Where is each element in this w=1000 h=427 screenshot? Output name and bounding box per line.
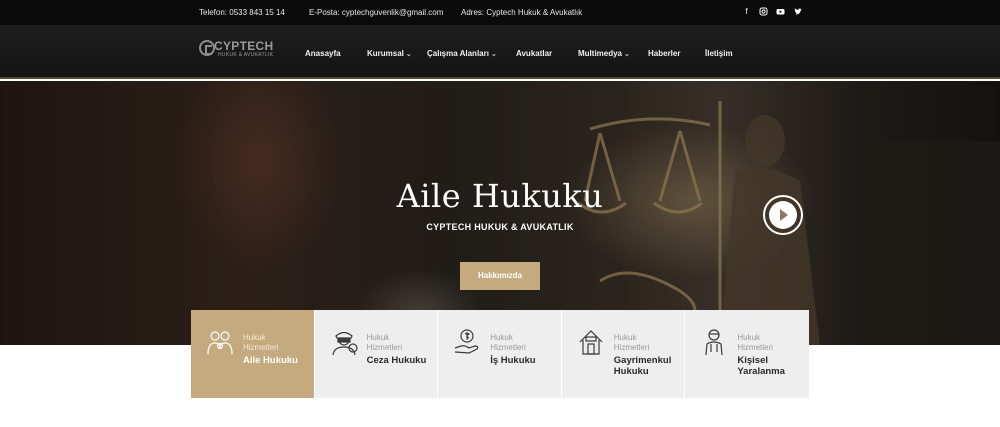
logo-mark-icon: [199, 40, 215, 56]
nav-item-home[interactable]: Anasayfa: [305, 49, 341, 58]
card-kicker: Hukuk Hizmetleri: [613, 333, 650, 352]
nav-item-lawyers[interactable]: Avukatlar: [516, 49, 552, 58]
card-kicker: Hukuk Hizmetleri: [737, 333, 773, 352]
injured-person-icon: [705, 329, 723, 356]
card-kicker: Hukuk Hizmetleri: [243, 333, 279, 352]
instagram-icon[interactable]: [759, 7, 768, 16]
money-hand-icon: [454, 329, 479, 354]
logo-tagline: HUKUK & AVUKATLIK: [218, 52, 274, 58]
top-info-bar: Telefon: 0533 843 15 14 E-Posta: cyptech…: [0, 0, 1000, 25]
twitter-icon[interactable]: [793, 7, 802, 16]
service-card-labor[interactable]: Hukuk Hizmetleri İş Hukuku: [438, 310, 562, 398]
service-card-family[interactable]: Hukuk Hizmetleri Aile Hukuku: [191, 310, 315, 398]
card-kicker: Hukuk Hizmetleri: [366, 333, 403, 352]
email-info[interactable]: E-Posta: cyptechguvenlik@gmail.com: [309, 8, 443, 17]
service-card-realestate[interactable]: Hukuk Hizmetleri Gayrimenkul Hukuku: [561, 310, 686, 398]
chevron-down-icon: ⌄: [490, 51, 497, 58]
chevron-down-icon: ⌄: [624, 51, 630, 58]
nav-item-practice-areas[interactable]: Çalışma Alanları ⌄: [427, 49, 497, 58]
card-title: Aile Hukuku: [243, 355, 298, 366]
nav-item-corporate-label: Kurumsal: [367, 49, 404, 58]
youtube-icon[interactable]: [776, 7, 785, 16]
nav-item-news[interactable]: Haberler: [648, 49, 680, 58]
chevron-down-icon: ⌄: [405, 51, 412, 58]
hero-subtitle: CYPTECH HUKUK & AVUKATLIK: [426, 222, 574, 232]
thief-icon: [331, 331, 358, 356]
play-icon: [780, 209, 788, 221]
address-info: Adres: Cyptech Hukuk & Avukatlık: [461, 8, 583, 17]
nav-item-corporate[interactable]: Kurumsal ⌄: [367, 49, 412, 58]
social-links: f: [742, 7, 802, 16]
site-logo[interactable]: CYPTECH HUKUK & AVUKATLIK: [199, 39, 279, 61]
card-title: İş Hukuku: [490, 355, 536, 366]
card-title: Ceza Hukuku: [366, 355, 427, 366]
nav-item-media[interactable]: Multimedya ⌄: [578, 49, 630, 58]
card-title: Kişisel Yaralanma: [737, 355, 785, 377]
hero-title: Aile Hukuku: [396, 177, 604, 215]
service-cards: Hukuk Hizmetleri Aile Hukuku Hukuk Hizme…: [191, 310, 809, 398]
play-button-circle: [769, 201, 797, 229]
house-icon: [579, 330, 603, 355]
nav-item-media-label: Multimedya: [578, 49, 623, 58]
about-button[interactable]: Hakkımızda: [460, 262, 540, 290]
card-kicker: Hukuk Hizmetleri: [490, 333, 526, 352]
service-card-criminal[interactable]: Hukuk Hizmetleri Ceza Hukuku: [314, 310, 439, 398]
family-icon: [207, 331, 233, 355]
main-navbar: CYPTECH HUKUK & AVUKATLIK Anasayfa Kurum…: [0, 25, 1000, 79]
facebook-icon[interactable]: f: [742, 7, 751, 16]
phone-info[interactable]: Telefon: 0533 843 15 14: [199, 8, 285, 17]
nav-item-contact[interactable]: İletişim: [705, 49, 733, 58]
logo-name: CYPTECH: [214, 39, 274, 53]
nav-item-practice-label: Çalışma Alanları: [427, 49, 489, 58]
hero-banner: Aile Hukuku CYPTECH HUKUK & AVUKATLIK Ha…: [0, 81, 1000, 345]
video-play-button[interactable]: [763, 195, 803, 235]
service-card-injury[interactable]: Hukuk Hizmetleri Kişisel Yaralanma: [685, 310, 809, 398]
card-title: Gayrimenkul Hukuku: [613, 355, 672, 377]
